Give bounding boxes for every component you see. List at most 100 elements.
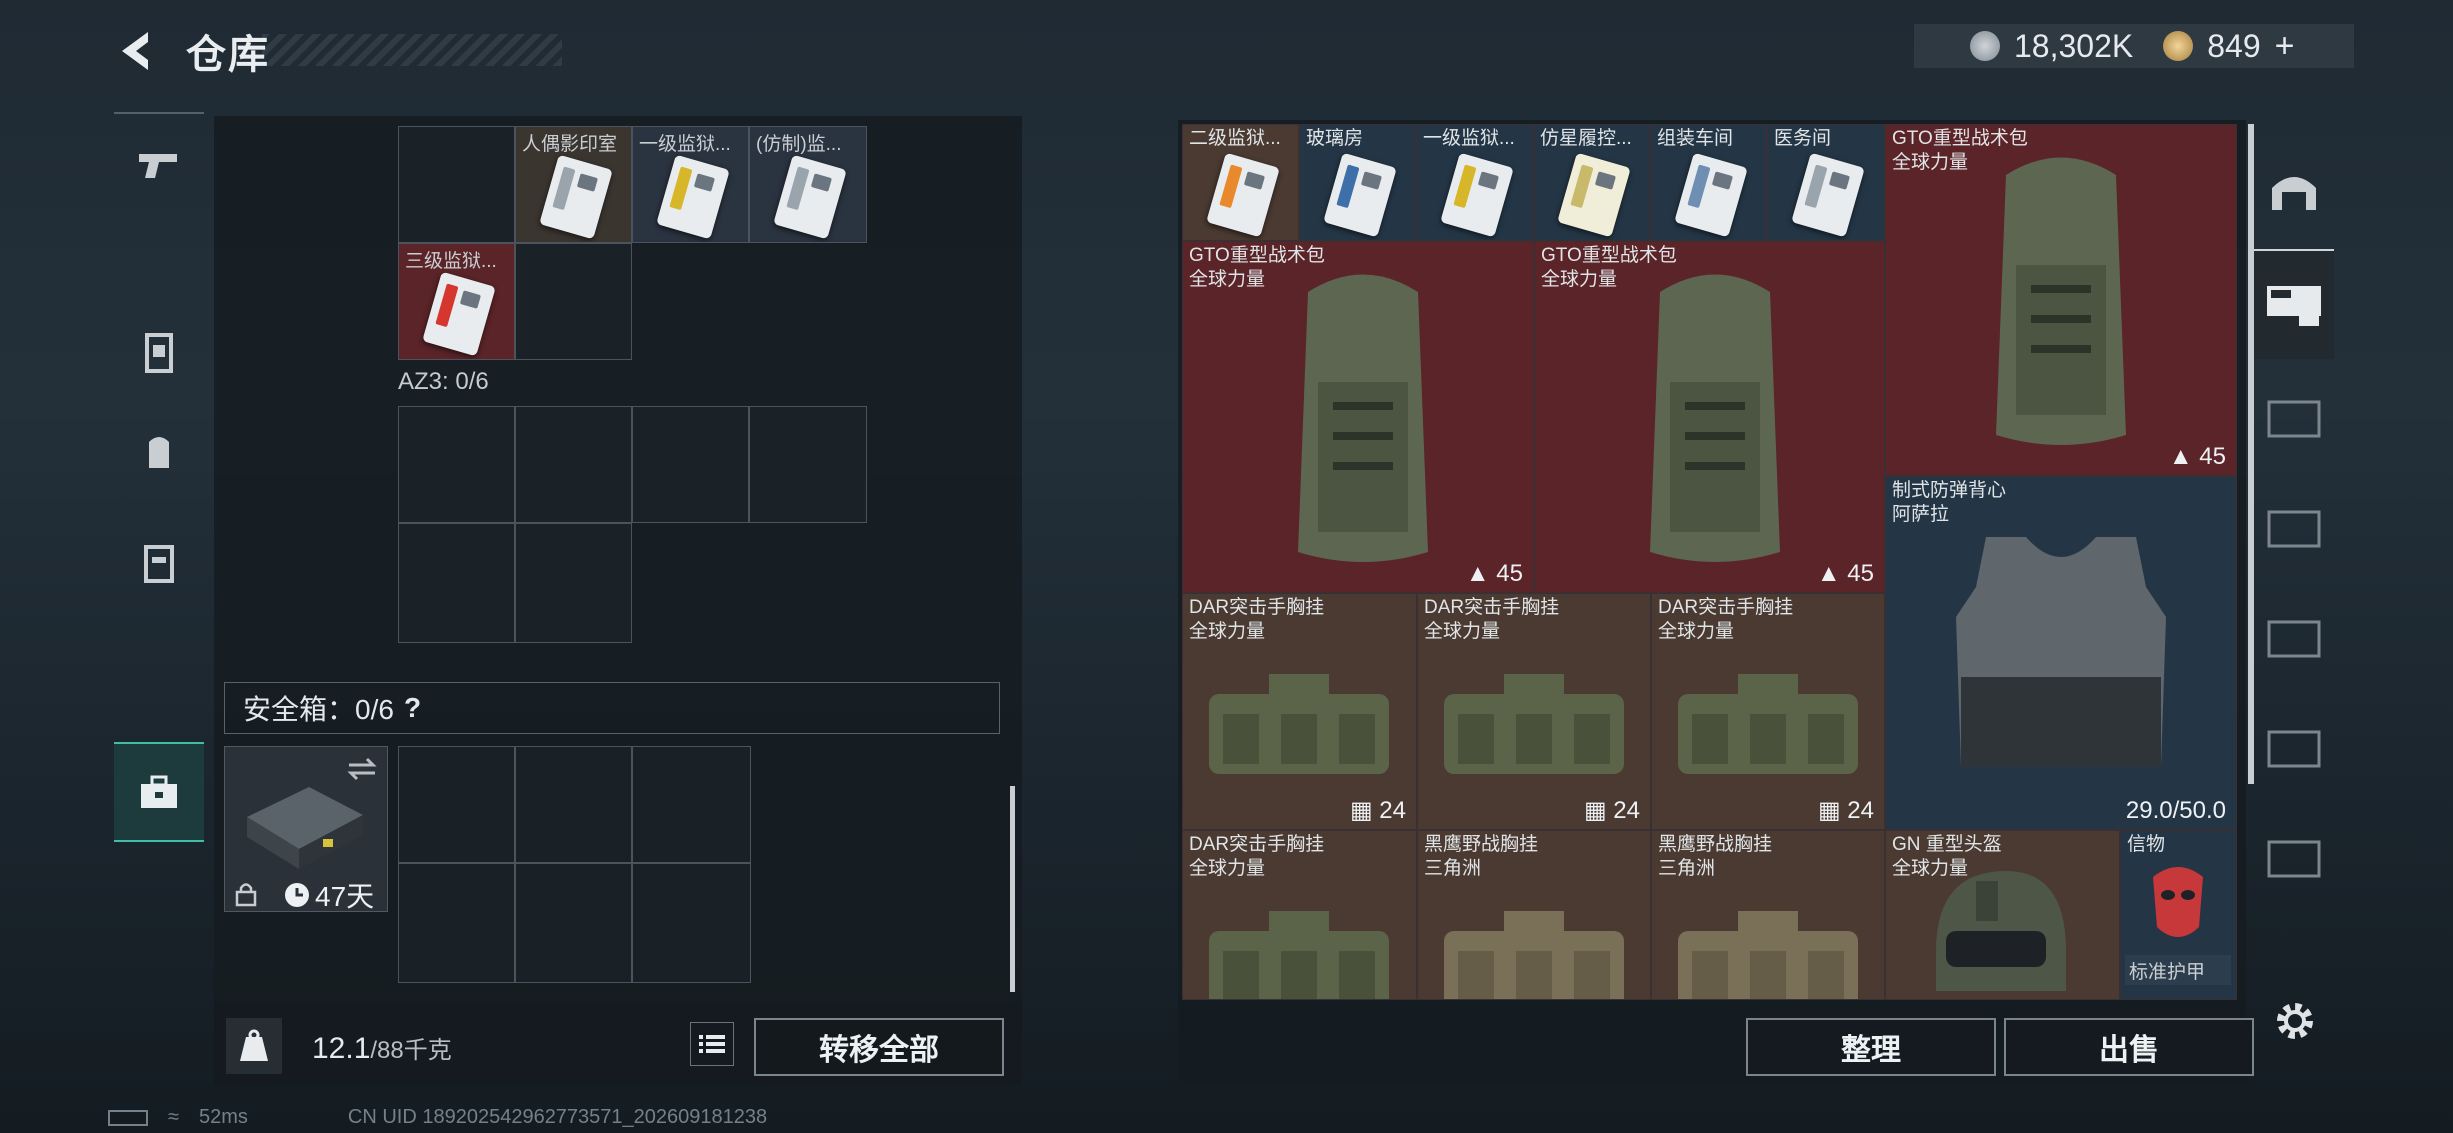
- nav-backpack[interactable]: [114, 402, 204, 502]
- settings-gear-icon[interactable]: [2272, 998, 2318, 1044]
- transfer-all-button[interactable]: 转移全部: [754, 1018, 1004, 1076]
- sort-button[interactable]: 整理: [1746, 1018, 1996, 1076]
- chest-rig-item[interactable]: DAR突击手胸挂 全球力量: [1182, 830, 1417, 1000]
- grid-cell-empty[interactable]: [515, 523, 632, 643]
- item-count: 45: [1496, 560, 1523, 587]
- stash-keycard[interactable]: 二级监狱...: [1182, 124, 1299, 241]
- chest-rig-icon: [1678, 911, 1858, 999]
- keycard-icon: [422, 271, 496, 357]
- safebox-item[interactable]: 47天: [224, 746, 388, 912]
- token-item[interactable]: 信物 标准护甲: [2120, 830, 2237, 1000]
- nav-weapon[interactable]: [114, 112, 204, 214]
- keycard-slot[interactable]: 人偶影印室: [515, 126, 632, 243]
- add-currency-button[interactable]: +: [2275, 27, 2295, 66]
- stash-keycard[interactable]: 医务间: [1767, 124, 1885, 241]
- item-faction: 全球力量: [1658, 621, 1735, 642]
- chest-rig-item[interactable]: DAR突击手胸挂 全球力量 ▦ 24: [1651, 593, 1885, 830]
- item-faction: 全球力量: [1189, 858, 1266, 879]
- backpack-icon: [1298, 274, 1428, 562]
- chest-rig-item[interactable]: DAR突击手胸挂 全球力量 ▦ 24: [1182, 593, 1417, 830]
- list-view-button[interactable]: [690, 1022, 734, 1066]
- keycard-slot[interactable]: 一级监狱...: [632, 126, 749, 243]
- keycard-label: 一级监狱...: [639, 134, 731, 155]
- stash-keycard[interactable]: 玻璃房: [1299, 124, 1416, 241]
- nav-armor[interactable]: [114, 302, 204, 402]
- chest-rig-item[interactable]: 黑鹰野战胸挂 三角洲: [1651, 830, 1885, 1000]
- tab-stash-3[interactable]: [2254, 474, 2334, 584]
- item-faction: 全球力量: [1541, 269, 1618, 290]
- stash-keycard[interactable]: 一级监狱...: [1416, 124, 1533, 241]
- item-name: 黑鹰野战胸挂: [1424, 834, 1539, 855]
- safebox-capacity: 安全箱：0/6: [243, 694, 394, 725]
- back-arrow-icon[interactable]: [112, 26, 162, 76]
- weight-current: 12.1: [312, 1032, 371, 1065]
- tab-stash-5[interactable]: [2254, 694, 2334, 804]
- helmet-item[interactable]: GN 重型头盔 全球力量: [1885, 830, 2120, 1000]
- tab-stash-4[interactable]: [2254, 584, 2334, 694]
- help-icon[interactable]: ?: [404, 692, 421, 724]
- grid-cell-empty[interactable]: [398, 523, 515, 643]
- az3-capacity: AZ3: 0/6: [398, 368, 489, 395]
- tab-stash-2[interactable]: [2254, 364, 2334, 474]
- grid-cell-empty[interactable]: [632, 746, 751, 863]
- backpack-icon: [149, 437, 169, 468]
- vest-item[interactable]: 制式防弹背心 阿萨拉 29.0/50.0: [1885, 476, 2237, 830]
- weight-lock-icon: ▲: [1465, 560, 1490, 587]
- nav-rig[interactable]: [114, 512, 204, 612]
- keycard-slot[interactable]: 三级监狱...: [398, 243, 515, 360]
- item-name: 仿星履控...: [1540, 128, 1632, 149]
- tab-stash-1[interactable]: [2254, 249, 2334, 359]
- chest-rig-item[interactable]: DAR突击手胸挂 全球力量 ▦ 24: [1417, 593, 1651, 830]
- grid-cell-empty[interactable]: [632, 406, 749, 523]
- item-faction: 三角洲: [1658, 858, 1716, 879]
- swap-icon[interactable]: [345, 757, 379, 781]
- keycard-icon: [1440, 152, 1514, 238]
- stash-home-icon: [2272, 177, 2316, 210]
- weight-icon: [226, 1018, 282, 1074]
- weight-readout: 12.1/88千克: [312, 1030, 452, 1066]
- inventory-scrollbar[interactable]: [1010, 786, 1015, 992]
- grid-cell-empty[interactable]: [515, 863, 632, 983]
- stash-tab-icon: [2267, 840, 2321, 878]
- grid-cell-empty[interactable]: [515, 243, 632, 360]
- currency-gold-value: 849: [2207, 27, 2261, 64]
- tab-stash-6[interactable]: [2254, 804, 2334, 914]
- toolbox-icon: [141, 775, 177, 808]
- weight-max: /88千克: [370, 1037, 452, 1064]
- stash-tabs: [2254, 124, 2334, 994]
- keycard-icon: [1206, 152, 1280, 238]
- stash-tab-icon: [2267, 730, 2321, 768]
- grid-cell-empty[interactable]: [398, 406, 515, 523]
- chest-rig-item[interactable]: 黑鹰野战胸挂 三角洲: [1417, 830, 1651, 1000]
- safebox-days: 47天: [315, 881, 375, 912]
- item-count: 24: [1379, 797, 1406, 824]
- stash-keycard[interactable]: 仿星履控...: [1533, 124, 1650, 241]
- tab-stash-home[interactable]: [2254, 134, 2334, 244]
- keycard-slot[interactable]: (仿制)监...: [749, 126, 867, 243]
- keycard-icon: [1323, 152, 1397, 238]
- grid-cell-empty[interactable]: [515, 406, 632, 523]
- grid-cell-empty[interactable]: [515, 746, 632, 863]
- grid-cell-empty[interactable]: [398, 126, 515, 243]
- armor-durability: 29.0/50.0: [2125, 797, 2226, 824]
- stash-keycard[interactable]: 组装车间: [1650, 124, 1767, 241]
- sell-button[interactable]: 出售: [2004, 1018, 2254, 1076]
- chest-rig-icon: [1444, 674, 1624, 774]
- nav-safebox[interactable]: [114, 742, 204, 842]
- battery-icon: [108, 1109, 148, 1126]
- gold-coin-icon: [2163, 31, 2194, 61]
- item-name: DAR突击手胸挂: [1189, 834, 1325, 855]
- weight-lock-icon: ▲: [1816, 560, 1841, 587]
- grid-cell-empty[interactable]: [398, 746, 515, 863]
- wifi-icon: ≈: [168, 1106, 179, 1128]
- backpack-item[interactable]: GTO重型战术包 全球力量 ▲ 45: [1885, 124, 2237, 476]
- backpack-item[interactable]: GTO重型战术包 全球力量 ▲ 45: [1182, 241, 1534, 593]
- grid-cell-empty[interactable]: [398, 863, 515, 983]
- stash-tab-icon: [2267, 400, 2321, 438]
- lock-icon: [235, 883, 257, 907]
- backpack-item[interactable]: GTO重型战术包 全球力量 ▲ 45: [1534, 241, 1885, 593]
- grid-cell-empty[interactable]: [632, 863, 751, 983]
- keycard-icon: [1674, 152, 1748, 238]
- chest-rig-icon: [1209, 911, 1389, 999]
- grid-cell-empty[interactable]: [749, 406, 867, 523]
